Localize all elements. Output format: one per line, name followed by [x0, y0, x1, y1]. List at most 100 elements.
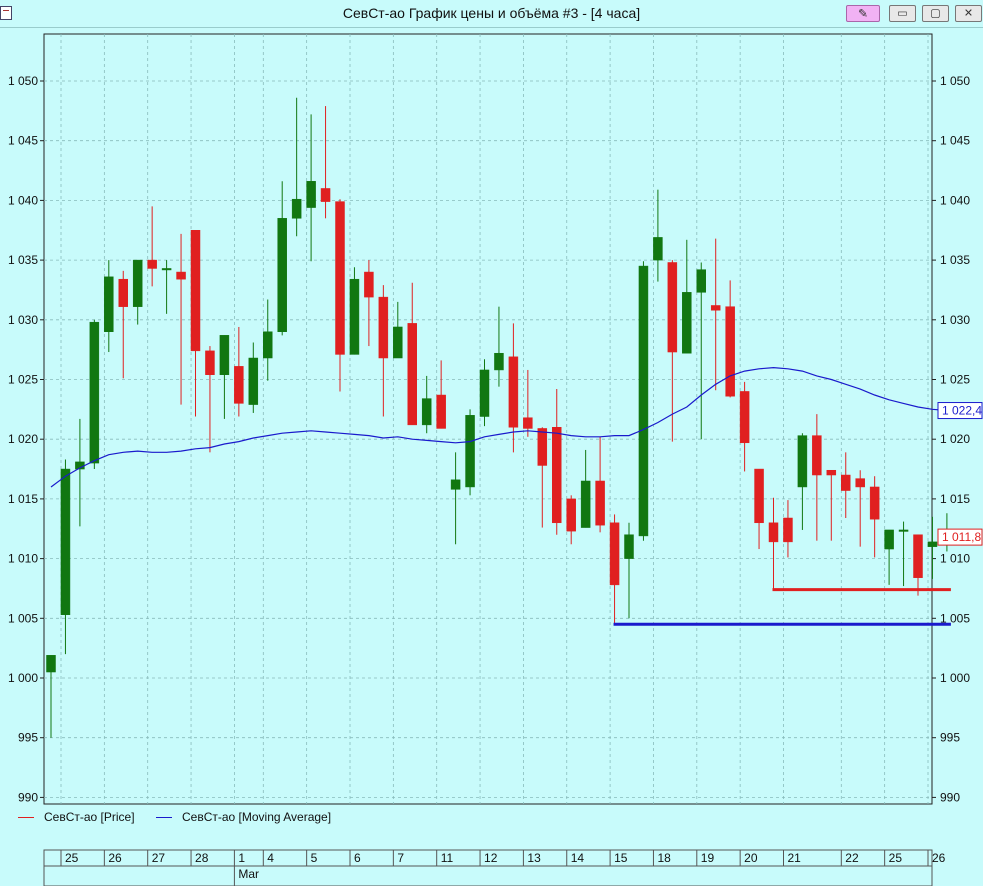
candle-down	[407, 323, 417, 426]
candle-down	[855, 478, 865, 488]
y-tick-label-right: 995	[940, 731, 960, 745]
candle-down	[812, 435, 822, 476]
candle-down	[783, 517, 793, 543]
candle-down	[537, 428, 548, 466]
month-label: Mar	[238, 867, 259, 881]
price-chart[interactable]: 1 050 1 050 1 045 1 045 1 040 1 040 1 035 1 035…	[0, 28, 983, 806]
close-button[interactable]: ✕	[955, 5, 982, 22]
date-axis: 25 26 27 28 1 4 5 6 7 11 12 13 14 15 18 19 20 21 22 25 26Mar	[43, 849, 946, 886]
y-tick-label-left: 1 010	[8, 552, 38, 566]
date-tick-label: 19	[701, 851, 715, 865]
candle-down	[739, 391, 750, 444]
candle-up	[277, 218, 287, 332]
candle-up	[450, 479, 461, 490]
candle-up	[797, 435, 808, 488]
date-tick-label: 5	[311, 851, 318, 865]
candle-up	[494, 352, 504, 371]
candle-up	[263, 331, 273, 359]
y-tick-label-right: 1 025	[940, 373, 970, 387]
y-tick-label-right: 990	[940, 790, 960, 804]
y-tick-label-left: 1 030	[8, 313, 38, 327]
date-tick-label: 22	[845, 851, 859, 865]
candle-up	[465, 415, 475, 488]
date-tick-label: 4	[267, 851, 274, 865]
y-tick-label-left: 995	[18, 731, 38, 745]
date-tick-label: 25	[65, 851, 79, 865]
window-titlebar[interactable]: СевСт-ао График цены и объёма #3 - [4 ча…	[0, 0, 983, 28]
y-tick-label-right: 1 020	[940, 432, 970, 446]
candle-down	[826, 469, 837, 476]
moving-average-last-value: 1 022,4	[942, 404, 982, 418]
y-tick-label-left: 1 020	[8, 432, 38, 446]
y-tick-label-left: 1 045	[8, 134, 38, 148]
candle-down	[147, 259, 157, 269]
date-tick-label: 14	[571, 851, 585, 865]
candle-down	[523, 417, 533, 429]
price-legend-swatch	[18, 817, 34, 818]
chart-legend: СевСт-ао [Price] СевСт-ао [Moving Averag…	[0, 806, 983, 828]
candle-down	[190, 230, 201, 352]
date-tick-label: 11	[441, 851, 454, 865]
date-tick-label: 20	[744, 851, 758, 865]
moving-average-legend-label: СевСт-ао [Moving Average]	[182, 810, 332, 824]
candle-up	[653, 237, 663, 261]
candle-up	[132, 259, 143, 307]
candle-up	[161, 268, 172, 271]
maximize-icon: ▢	[930, 7, 941, 19]
candle-up	[46, 655, 56, 673]
pin-button[interactable]: ✎	[846, 5, 880, 22]
candle-down	[320, 188, 331, 202]
candle-down	[754, 468, 764, 524]
date-tick-label: 7	[397, 851, 404, 865]
candle-down	[725, 306, 735, 397]
y-tick-label-left: 1 040	[8, 193, 38, 207]
date-tick-label: 28	[195, 851, 209, 865]
candle-down	[508, 356, 519, 428]
date-tick-label: 15	[614, 851, 628, 865]
candle-down	[436, 394, 446, 429]
date-tick-label: 25	[889, 851, 903, 865]
candle-down	[234, 366, 244, 404]
close-icon: ✕	[963, 7, 974, 19]
candle-up	[479, 369, 490, 417]
candle-down	[595, 480, 605, 526]
candle-up	[682, 292, 692, 354]
y-tick-label-right: 1 015	[940, 492, 970, 506]
plot-area	[43, 33, 933, 805]
candle-down	[364, 271, 374, 298]
candle-down	[335, 201, 345, 355]
candle-down	[768, 522, 779, 543]
candle-up	[349, 278, 360, 355]
price-legend-label: СевСт-ао [Price]	[44, 810, 135, 824]
date-tick-label: 18	[657, 851, 671, 865]
candle-up	[927, 541, 938, 547]
y-tick-label-left: 1 005	[8, 611, 38, 625]
y-tick-label-left: 1 015	[8, 492, 38, 506]
minimize-icon: ▭	[897, 7, 908, 19]
candle-down	[841, 474, 851, 491]
y-tick-label-right: 1 045	[940, 134, 970, 148]
candle-up	[306, 181, 316, 208]
y-tick-label-right: 1 030	[940, 313, 970, 327]
candle-up	[580, 480, 591, 528]
candle-up	[638, 265, 649, 537]
candle-up	[104, 276, 114, 332]
candle-up	[421, 398, 432, 426]
y-tick-label-left: 990	[18, 790, 38, 804]
candle-up	[624, 534, 634, 559]
y-tick-label-right: 1 010	[940, 552, 970, 566]
candle-down	[552, 427, 562, 524]
date-tick-label: 26	[108, 851, 122, 865]
candle-up	[884, 529, 894, 550]
maximize-button[interactable]: ▢	[922, 5, 949, 22]
minimize-button[interactable]: ▭	[889, 5, 916, 22]
candle-up	[291, 198, 302, 219]
window-title: СевСт-ао График цены и объёма #3 - [4 ча…	[342, 5, 641, 21]
date-tick-label: 27	[152, 851, 166, 865]
date-tick-label: 6	[354, 851, 361, 865]
y-tick-label-left: 1 025	[8, 373, 38, 387]
y-tick-label-left: 1 000	[8, 671, 38, 685]
date-tick-label: 13	[527, 851, 541, 865]
candle-down	[176, 271, 186, 280]
y-tick-label-left: 1 050	[8, 74, 38, 88]
